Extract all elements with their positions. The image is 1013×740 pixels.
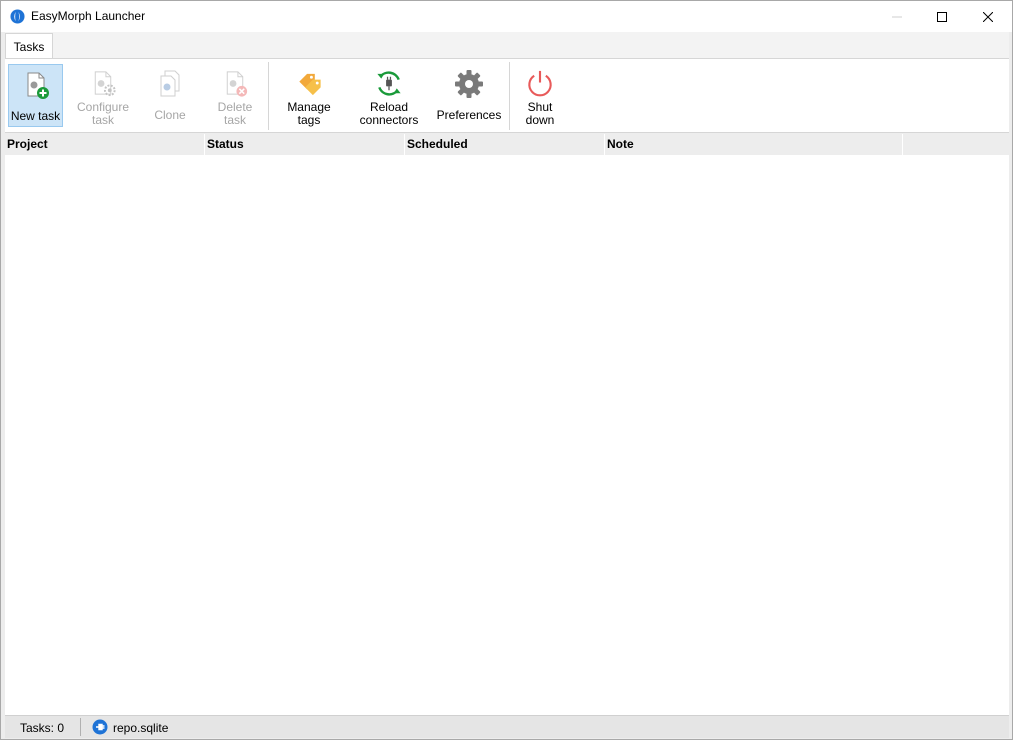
minimize-icon (892, 16, 902, 17)
configure-task-button[interactable]: Configure task (73, 64, 133, 127)
ribbon-separator (509, 62, 510, 130)
maximize-button[interactable] (919, 1, 965, 32)
reload-connectors-button[interactable]: Reload connectors (355, 64, 423, 127)
delete-task-button[interactable]: Delete task (209, 64, 261, 127)
preferences-button[interactable]: Preferences (437, 64, 501, 127)
column-header-scheduled[interactable]: Scheduled (405, 134, 605, 155)
column-header-project[interactable]: Project (5, 134, 205, 155)
status-separator (80, 718, 81, 736)
table-header: Project Status Scheduled Note (5, 134, 1009, 155)
title-bar: EasyMorph Launcher (1, 1, 1012, 32)
document-delete-icon (226, 71, 248, 97)
manage-tags-button[interactable]: Manage tags (281, 64, 337, 127)
shut-down-button[interactable]: Shut down (519, 64, 561, 127)
plug-refresh-icon (377, 71, 401, 96)
task-count: Tasks: 0 (20, 721, 65, 735)
ribbon-separator (268, 62, 269, 130)
document-plus-icon (27, 72, 49, 99)
tab-strip: Tasks (5, 32, 1009, 60)
ribbon-toolbar: New task Configure task Clone Delete tas… (5, 58, 1009, 133)
tab-tasks[interactable]: Tasks (5, 33, 53, 60)
shut-down-label: Shut down (525, 100, 555, 127)
clone-label: Clone (154, 108, 186, 122)
task-table: Project Status Scheduled Note (5, 134, 1009, 715)
repository-name[interactable]: repo.sqlite (113, 721, 168, 735)
easymorph-logo-icon (10, 9, 25, 24)
preferences-label: Preferences (436, 108, 502, 122)
documents-copy-icon (160, 70, 180, 97)
gear-icon (455, 70, 483, 98)
column-header-status[interactable]: Status (205, 134, 405, 155)
reload-connectors-label: Reload connectors (359, 100, 419, 127)
new-task-label: New task (10, 109, 61, 123)
document-gear-icon (94, 71, 116, 97)
table-body[interactable] (5, 155, 1009, 715)
close-icon (983, 11, 993, 22)
tags-icon (299, 73, 321, 96)
window-title: EasyMorph Launcher (31, 9, 146, 23)
close-button[interactable] (965, 1, 1011, 32)
clone-button[interactable]: Clone (145, 64, 195, 127)
power-icon (528, 70, 552, 97)
delete-task-label: Delete task (217, 100, 253, 127)
manage-tags-label: Manage tags (287, 100, 331, 127)
column-header-note[interactable]: Note (605, 134, 903, 155)
minimize-button[interactable] (874, 1, 920, 32)
new-task-button[interactable]: New task (8, 64, 63, 127)
configure-task-label: Configure task (76, 100, 130, 127)
app-window: EasyMorph Launcher Tasks New task Config… (0, 0, 1013, 740)
column-header-filler (903, 134, 1009, 155)
status-bar: Tasks: 0 repo.sqlite (5, 715, 1009, 738)
database-plug-icon (92, 719, 108, 735)
maximize-icon (937, 11, 947, 22)
